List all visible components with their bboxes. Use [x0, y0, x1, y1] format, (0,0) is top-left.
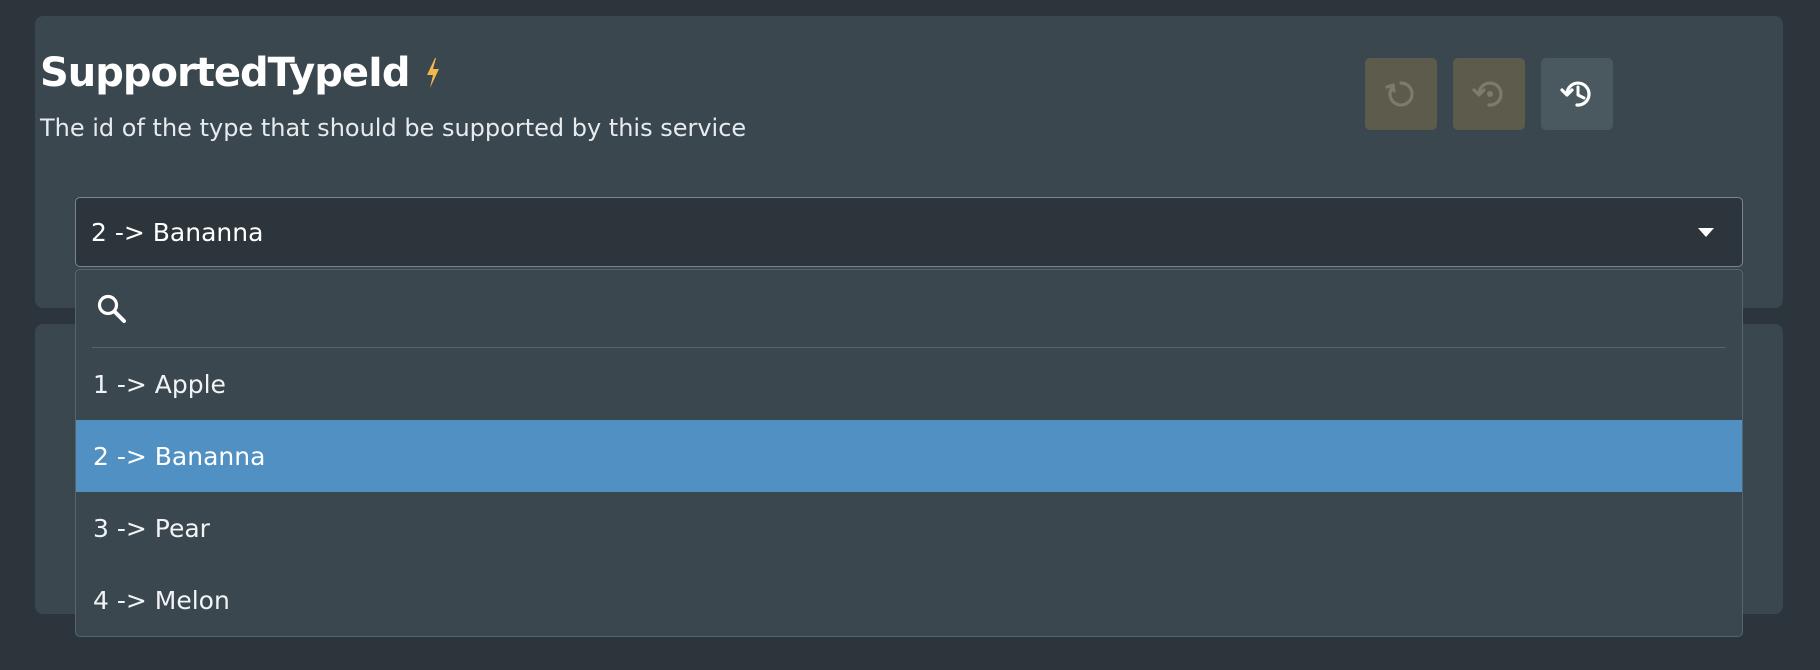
type-select[interactable]: 2 -> Bananna	[75, 197, 1743, 267]
dropdown-search	[92, 270, 1726, 348]
history-icon	[1560, 81, 1591, 107]
option-item-selected[interactable]: 2 -> Bananna	[76, 420, 1742, 492]
chevron-down-icon[interactable]	[1698, 228, 1714, 237]
reset-default-icon	[1472, 81, 1503, 107]
refresh-button[interactable]	[1365, 58, 1437, 130]
search-input[interactable]	[140, 278, 1726, 339]
field-actions	[1365, 58, 1613, 130]
select-dropdown: 1 -> Apple 2 -> Bananna 3 -> Pear 4 -> M…	[75, 269, 1743, 637]
option-item[interactable]: 3 -> Pear	[76, 492, 1742, 564]
lightning-bolt-icon	[426, 58, 439, 88]
reset-default-button[interactable]	[1453, 58, 1525, 130]
select-value: 2 -> Bananna	[91, 217, 264, 247]
search-icon	[97, 294, 126, 323]
field-header: SupportedTypeId	[40, 50, 442, 96]
refresh-icon	[1385, 81, 1414, 107]
field-title: SupportedTypeId	[40, 50, 411, 96]
option-item[interactable]: 1 -> Apple	[76, 348, 1742, 420]
option-item[interactable]: 4 -> Melon	[76, 564, 1742, 636]
history-button[interactable]	[1541, 58, 1613, 130]
field-description: The id of the type that should be suppor…	[40, 114, 747, 142]
